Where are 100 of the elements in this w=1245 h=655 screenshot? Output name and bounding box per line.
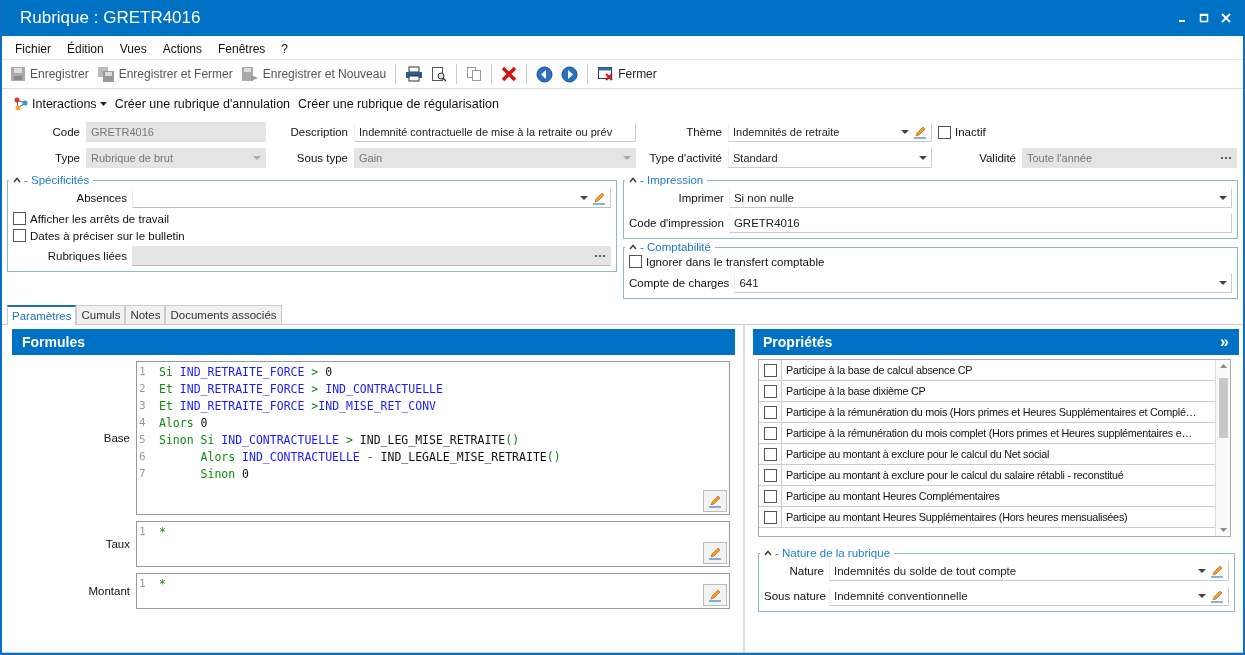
chevron-up-icon	[629, 244, 637, 250]
pencil-icon	[913, 125, 927, 139]
checkbox[interactable]: Dates à préciser sur le bulletin	[13, 229, 611, 242]
scroll-down-icon[interactable]	[1219, 528, 1227, 532]
dropdown-field[interactable]: Si non nulle	[728, 188, 1232, 208]
property-label: Participe à la base de calcul absence CP	[785, 363, 973, 378]
code-line: *	[159, 524, 166, 539]
field-label: Type	[54, 152, 80, 164]
pencil-icon	[592, 191, 606, 205]
action-link[interactable]: Créer une rubrique de régularisation	[295, 97, 502, 111]
dropdown-field[interactable]: Standard	[728, 148, 932, 168]
pencil-icon	[1210, 564, 1224, 578]
delete-icon[interactable]	[501, 66, 518, 82]
expand-button[interactable]: »	[1220, 333, 1229, 351]
field-label: Thème	[685, 126, 722, 138]
checkbox[interactable]	[763, 468, 777, 482]
checkbox[interactable]	[763, 447, 777, 461]
panel-title: Propriétés	[763, 334, 833, 350]
dropdown-arrow-icon	[1198, 594, 1206, 598]
line-number: 2	[138, 382, 147, 395]
interactions-menu-button[interactable]: Interactions	[10, 96, 110, 112]
code-line: Sinon 0	[199, 466, 249, 481]
scrollbar[interactable]	[1215, 360, 1230, 536]
chevron-up-icon	[13, 177, 21, 183]
property-label: Participe au montant Heures Supplémentaires (Hors heures mensualisées)	[785, 510, 1128, 525]
text-field[interactable]: GRETR4016	[728, 213, 1232, 233]
group-toggle[interactable]: - Impression	[629, 174, 704, 186]
code-line: *	[159, 576, 166, 591]
group-toggle[interactable]: - Comptabilité	[629, 241, 711, 253]
edit-button[interactable]	[703, 490, 727, 512]
action-link[interactable]: Créer une rubrique d'annulation	[111, 97, 294, 111]
dropdown-arrow-icon	[1219, 196, 1227, 200]
caret-icon	[99, 102, 107, 106]
scroll-up-icon[interactable]	[1219, 364, 1227, 368]
dropdown-field[interactable]: Indemnité conventionnelle	[829, 586, 1229, 606]
pencil-icon	[708, 588, 722, 602]
menu-item[interactable]: Édition	[59, 42, 112, 56]
scrollbar-thumb[interactable]	[1218, 378, 1228, 438]
text-field[interactable]: Indemnité contractuelle de mise à la retraite ou prév	[354, 122, 636, 142]
maximize-icon[interactable]	[1199, 13, 1209, 23]
checkbox[interactable]	[763, 384, 777, 398]
field-label: Nature	[788, 565, 824, 577]
code-editor[interactable]	[136, 361, 730, 515]
ellipsis-icon	[1220, 156, 1232, 160]
menu-item[interactable]: Fenêtres	[210, 42, 274, 56]
line-number: 1	[138, 365, 147, 378]
menu-item[interactable]: ?	[273, 42, 297, 56]
line-number: 7	[138, 467, 147, 480]
code-line: Si IND_RETRAITE_FORCE > 0	[159, 364, 333, 379]
field-label: Type d'activité	[648, 152, 722, 164]
chevron-up-icon	[629, 177, 637, 183]
checkbox[interactable]	[763, 426, 777, 440]
checkbox[interactable]	[763, 510, 777, 524]
checkbox[interactable]	[763, 489, 777, 503]
field-label: Montant	[87, 585, 130, 597]
line-number: 6	[138, 450, 147, 463]
tab[interactable]: Cumuls	[76, 305, 126, 324]
property-label: Participe à la rémunération du mois complet (Hors primes et Heures supplémentaires e…	[785, 426, 1192, 441]
dropdown-field[interactable]: Indemnités de retraite	[728, 122, 932, 142]
group-toggle[interactable]: - Spécificités	[13, 174, 90, 186]
checkbox[interactable]: Ignorer dans le transfert comptable	[629, 255, 1232, 268]
floppy-page-icon	[240, 66, 259, 82]
close-icon[interactable]	[1221, 13, 1231, 23]
edit-button[interactable]	[703, 584, 727, 606]
dropdown-arrow-icon	[1219, 281, 1227, 285]
tab[interactable]: Notes	[125, 305, 166, 324]
page-magnifier-icon[interactable]	[431, 66, 448, 82]
dropdown-field[interactable]	[132, 188, 611, 208]
dropdown-field[interactable]: 641	[734, 273, 1232, 293]
chevron-up-icon	[764, 550, 772, 556]
checkbox[interactable]	[763, 405, 777, 419]
panel-title: Formules	[22, 334, 85, 350]
group-toggle[interactable]: - Nature de la rubrique	[764, 547, 891, 559]
menu-item[interactable]: Actions	[154, 42, 210, 56]
code-line: Et IND_RETRAITE_FORCE > IND_CONTRACTUELLE	[159, 381, 443, 396]
copy-icon[interactable]	[466, 66, 483, 82]
dropdown-field[interactable]: Indemnités du solde de tout compte	[829, 561, 1229, 581]
code-line: Alors IND_CONTRACTUELLE - IND_LEGALE_MISE_RETRAITE()	[199, 449, 561, 464]
code-editor[interactable]: 1 *	[136, 573, 730, 609]
property-label: Participe au montant à exclure pour le calcul du Net social	[785, 447, 1050, 462]
line-number: 3	[138, 399, 147, 412]
checkbox[interactable]	[763, 363, 777, 377]
field-label: Rubriques liées	[46, 250, 127, 262]
checkbox[interactable]: Inactif	[938, 125, 1237, 139]
code-editor[interactable]: 1 *	[136, 521, 730, 567]
toolbar-button[interactable]: Fermer	[595, 66, 659, 82]
ellipsis-icon	[594, 254, 606, 258]
tab[interactable]: Documents associés	[165, 305, 282, 324]
menu-item[interactable]: Fichier	[7, 42, 59, 56]
field-label: Taux	[104, 538, 130, 550]
checkbox[interactable]: Afficher les arrêts de travail	[13, 212, 611, 225]
edit-button[interactable]	[703, 542, 727, 564]
field-label: Code d'impression	[629, 217, 724, 229]
field-label: Description	[289, 126, 348, 138]
line-number: 1	[138, 577, 147, 590]
field-label: Validité	[978, 152, 1016, 164]
field-label: Sous nature	[764, 590, 824, 602]
menu-item[interactable]: Vues	[111, 42, 155, 56]
tab[interactable]: Paramètres	[7, 305, 77, 325]
printer-icon[interactable]	[405, 66, 424, 82]
